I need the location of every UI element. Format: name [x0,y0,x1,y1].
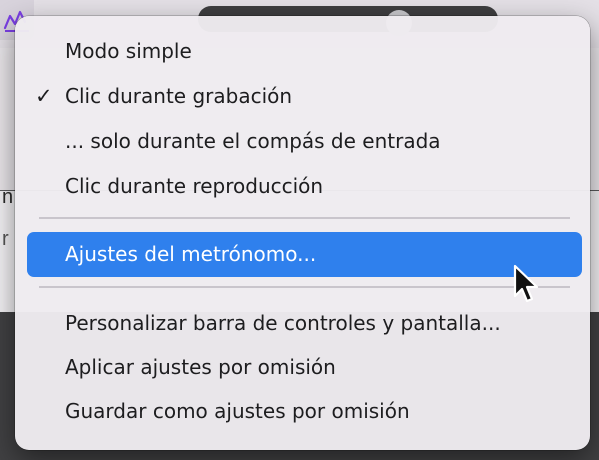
menu-separator [39,217,570,219]
menu-item-ajustes-metronomo[interactable]: Ajustes del metrónomo... [27,232,582,277]
menu-item-clic-durante-reproduccion[interactable]: Clic durante reproducción [27,164,582,209]
menu-item-aplicar-ajustes[interactable]: Aplicar ajustes por omisión [27,345,582,390]
menu-item-label: ... solo durante el compás de entrada [65,129,441,153]
menu-item-label: Personalizar barra de controles y pantal… [65,311,501,335]
menu-item-label: Guardar como ajustes por omisión [65,399,410,423]
menu-item-label: Aplicar ajustes por omisión [65,355,336,379]
background-edge-text: r [2,228,9,250]
context-menu: Modo simple ✓ Clic durante grabación ...… [15,16,590,450]
menu-item-guardar-ajustes[interactable]: Guardar como ajustes por omisión [27,389,582,434]
arrow-cursor-icon [513,264,539,303]
menu-item-clic-durante-grabacion[interactable]: ✓ Clic durante grabación [27,74,582,119]
menu-item-label: Ajustes del metrónomo... [65,242,317,266]
checkmark-icon: ✓ [35,84,53,108]
menu-item-personalizar-barra[interactable]: Personalizar barra de controles y pantal… [27,301,582,346]
menu-item-label: Clic durante grabación [65,84,293,108]
menu-item-solo-compas-entrada[interactable]: ... solo durante el compás de entrada [27,119,582,164]
menu-item-modo-simple[interactable]: Modo simple [27,29,582,74]
background-edge-text: n [2,186,14,208]
menu-separator [39,286,570,288]
menu-item-label: Clic durante reproducción [65,174,324,198]
menu-item-label: Modo simple [65,39,192,63]
